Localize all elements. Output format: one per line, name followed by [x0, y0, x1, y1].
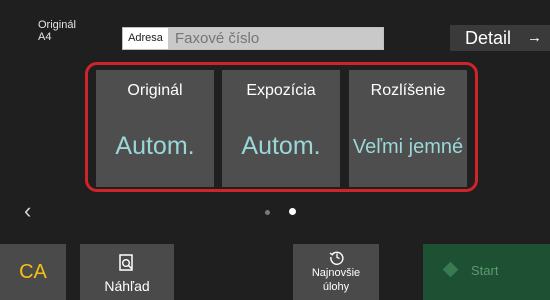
recent-jobs-label-line1: Najnovšie: [311, 267, 361, 279]
ca-button[interactable]: CA: [0, 244, 66, 300]
preview-icon: [118, 254, 136, 277]
recent-jobs-label-line2: úlohy: [322, 281, 350, 293]
recent-jobs-label: Najnovšie úlohy: [293, 266, 379, 294]
start-diamond-icon: [442, 261, 459, 278]
tile-original[interactable]: Originál Autom.: [96, 70, 214, 187]
fax-number-input[interactable]: [169, 28, 383, 49]
detail-label: Detail: [465, 28, 512, 48]
tile-resolution-value: Veľmi jemné: [352, 136, 464, 158]
address-field[interactable]: Adresa: [122, 27, 384, 50]
start-button[interactable]: Start: [423, 244, 550, 300]
original-info: Originál A4: [38, 19, 76, 43]
preview-label: Náhľad: [104, 278, 150, 294]
arrow-right-icon: →: [527, 29, 542, 46]
tile-exposure[interactable]: Expozícia Autom.: [222, 70, 340, 187]
chevron-left-icon[interactable]: ‹: [24, 198, 31, 224]
pager-dot-2-active[interactable]: [289, 208, 296, 215]
detail-button[interactable]: Detail →: [450, 25, 550, 51]
pager-dot-1[interactable]: [265, 210, 270, 215]
tile-original-value: Autom.: [115, 132, 195, 160]
tile-exposure-title: Expozícia: [246, 82, 316, 99]
start-label: Start: [471, 263, 499, 278]
recent-jobs-button[interactable]: Najnovšie úlohy: [293, 244, 379, 300]
original-size: A4: [38, 31, 52, 43]
address-label[interactable]: Adresa: [123, 28, 169, 49]
tile-resolution-title: Rozlíšenie: [370, 82, 446, 99]
original-label: Originál: [38, 19, 76, 31]
tile-resolution[interactable]: Rozlíšenie Veľmi jemné: [349, 70, 467, 187]
tile-exposure-value: Autom.: [241, 132, 321, 160]
preview-button[interactable]: Náhľad: [80, 244, 174, 300]
tile-original-title: Originál: [127, 82, 183, 99]
